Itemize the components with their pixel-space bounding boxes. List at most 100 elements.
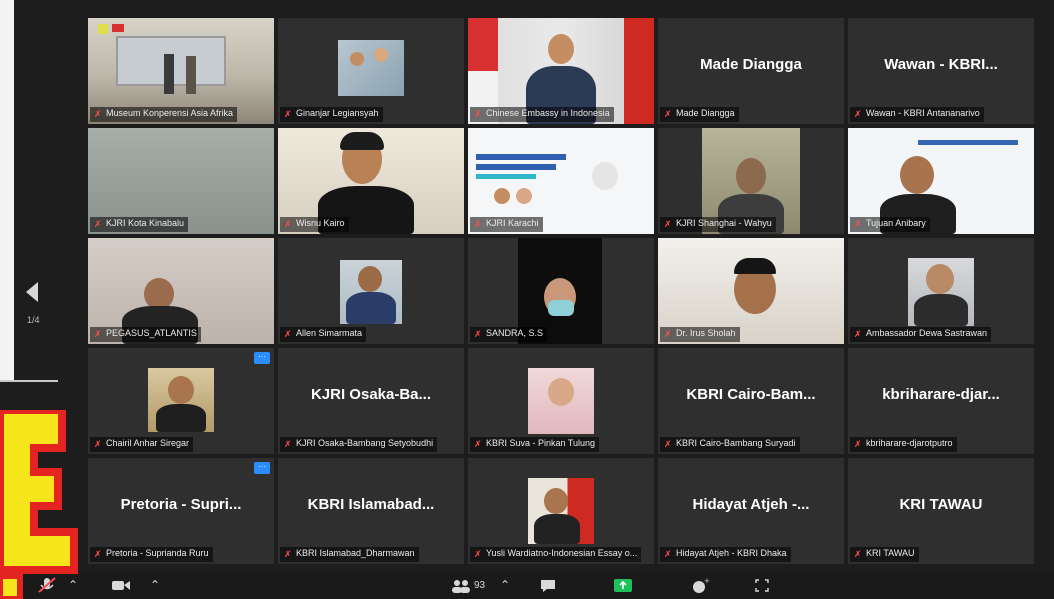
speaker-photo	[516, 188, 532, 204]
muted-mic-icon: ✗	[664, 439, 672, 449]
gallery-grid: ✗ Museum Konperensi Asia Afrika ✗ Ginanjar…	[88, 18, 1034, 564]
participant-name: Chinese Embassy in Indonesia	[486, 108, 610, 118]
display-name: kbriharare-djar...	[882, 386, 1000, 403]
muted-mic-icon: ✗	[284, 439, 292, 449]
participant-name: Tujuan Anibary	[866, 218, 926, 228]
slide-title-line	[918, 140, 1018, 145]
muted-mic-icon: ✗	[854, 219, 862, 229]
cap-hat	[734, 258, 776, 274]
speaker-photo	[592, 162, 618, 190]
muted-mic-icon: ✗	[474, 109, 482, 119]
video-tile[interactable]: ✗ Ambassador Dewa Sastrawan	[848, 238, 1034, 344]
muted-mic-icon: ✗	[284, 329, 292, 339]
video-tile[interactable]: ✗ Yusli Wardiatno-Indonesian Essay o...	[468, 458, 654, 564]
participant-name: KJRI Osaka-Bambang Setyobudhi	[296, 438, 434, 448]
video-tile[interactable]: ✗ PEGASUS_ATLANTIS	[88, 238, 274, 344]
muted-mic-icon: ✗	[474, 439, 482, 449]
suit	[346, 292, 396, 324]
video-tile[interactable]: KBRI Cairo-Bam... ✗ KBRI Cairo-Bambang Su…	[658, 348, 844, 454]
share-screen-icon[interactable]	[612, 577, 636, 594]
video-tile[interactable]: Hidayat Atjeh -... ✗ Hidayat Atjeh - KBRI…	[658, 458, 844, 564]
meeting-toolbar: ⌃ ⌃ 93 ⌃ +	[0, 572, 1054, 599]
video-tile[interactable]: ✗ Museum Konperensi Asia Afrika	[88, 18, 274, 124]
participant-name: Pretoria - Suprianda Ruru	[106, 548, 209, 558]
muted-mic-icon: ✗	[474, 329, 482, 339]
participant-name: Wawan - KBRI Antananarivo	[866, 108, 980, 118]
paper-margin	[0, 0, 14, 380]
face	[358, 266, 382, 292]
display-name: Made Diangga	[700, 56, 802, 73]
participant-name: KJRI Karachi	[486, 218, 539, 228]
participant-name: KBRI Suva - Pinkan Tulung	[486, 438, 596, 448]
video-tile[interactable]: ✗ SANDRA, S.S	[468, 238, 654, 344]
participant-name: Ginanjar Legiansyah	[296, 108, 379, 118]
video-tile[interactable]: ✗ Ginanjar Legiansyah	[278, 18, 464, 124]
participant-name: Wisnu Kairo	[296, 218, 345, 228]
slide-subtitle-line	[476, 174, 536, 179]
face	[544, 488, 568, 514]
participant-name: Yusli Wardiatno-Indonesian Essay o...	[486, 548, 638, 558]
person-standing	[164, 54, 174, 94]
video-tile[interactable]: ✗ Dr. Irus Sholah	[658, 238, 844, 344]
muted-mic-icon: ✗	[94, 439, 102, 449]
video-tile[interactable]: ✗ KJRI Shanghai - Wahyu	[658, 128, 844, 234]
video-tile[interactable]: KRI TAWAU ✗ KRI TAWAU	[848, 458, 1034, 564]
participant-name: kbriharare-djarotputro	[866, 438, 953, 448]
muted-mic-icon: ✗	[664, 329, 672, 339]
participant-name: KRI TAWAU	[866, 548, 915, 558]
chat-bubble-icon[interactable]	[538, 577, 560, 594]
face	[350, 52, 364, 66]
participant-name: SANDRA, S.S	[486, 328, 544, 338]
display-name: KBRI Cairo-Bam...	[686, 386, 816, 403]
video-options-chevron-up-icon[interactable]: ⌃	[150, 577, 160, 594]
participant-name: KJRI Kota Kinabalu	[106, 218, 185, 228]
video-tile[interactable]: ✗ Wisnu Kairo	[278, 128, 464, 234]
previous-page-arrow-icon[interactable]	[26, 282, 38, 302]
video-tile[interactable]: Wawan - KBRI... ✗ Wawan - KBRI Antananari…	[848, 18, 1034, 124]
china-flag	[624, 18, 654, 124]
more-options-icon[interactable]: ···	[254, 352, 270, 364]
video-tile[interactable]: ✗ Chinese Embassy in Indonesia	[468, 18, 654, 124]
suit	[914, 294, 968, 326]
svg-text:+: +	[704, 577, 710, 585]
muted-mic-icon: ✗	[94, 329, 102, 339]
display-name: KRI TAWAU	[899, 496, 983, 513]
video-tile[interactable]: ✗ KBRI Suva - Pinkan Tulung	[468, 348, 654, 454]
muted-mic-icon: ✗	[94, 109, 102, 119]
participant-name: Chairil Anhar Siregar	[106, 438, 190, 448]
video-tile[interactable]: Made Diangga ✗ Made Diangga	[658, 18, 844, 124]
muted-mic-icon: ✗	[664, 219, 672, 229]
reactions-icon[interactable]: +	[690, 577, 712, 594]
participant-name: KBRI Islamabad_Dharmawan	[296, 548, 415, 558]
display-name: Pretoria - Supri...	[120, 496, 242, 513]
participant-name: Hidayat Atjeh - KBRI Dhaka	[676, 548, 787, 558]
participants-chevron-up-icon[interactable]: ⌃	[500, 577, 510, 594]
display-name: KBRI Islamabad...	[307, 496, 435, 513]
muted-mic-icon: ✗	[664, 109, 672, 119]
video-tile[interactable]: ··· Pretoria - Supri... ✗ Pretoria - Supr…	[88, 458, 274, 564]
fullscreen-icon[interactable]	[752, 577, 774, 594]
participant-name: Ambassador Dewa Sastrawan	[866, 328, 988, 338]
video-tile[interactable]: ✗ KJRI Karachi	[468, 128, 654, 234]
profile-picture	[338, 40, 404, 96]
muted-mic-icon: ✗	[284, 219, 292, 229]
face	[168, 376, 194, 404]
speaker-photo	[494, 188, 510, 204]
participant-name: KBRI Cairo-Bambang Suryadi	[676, 438, 796, 448]
slide-title-line	[476, 154, 566, 160]
hair	[340, 132, 384, 150]
participant-name: Allen Simarmata	[296, 328, 363, 338]
person-standing	[186, 56, 196, 94]
video-tile[interactable]: ✗ KJRI Kota Kinabalu	[88, 128, 274, 234]
video-tile[interactable]: ✗ Tujuan Anibary	[848, 128, 1034, 234]
video-camera-icon[interactable]	[110, 577, 134, 594]
participants-count: 93	[474, 580, 486, 591]
muted-mic-icon: ✗	[474, 219, 482, 229]
video-tile[interactable]: KBRI Islamabad... ✗ KBRI Islamabad_Dharma…	[278, 458, 464, 564]
more-options-icon[interactable]: ···	[254, 462, 270, 474]
participant-name: PEGASUS_ATLANTIS	[106, 328, 197, 338]
video-tile[interactable]: kbriharare-djar... ✗ kbriharare-djarotput…	[848, 348, 1034, 454]
video-tile[interactable]: ✗ Allen Simarmata	[278, 238, 464, 344]
video-tile[interactable]: KJRI Osaka-Ba... ✗ KJRI Osaka-Bambang Set…	[278, 348, 464, 454]
video-tile[interactable]: ··· ✗ Chairil Anhar Siregar	[88, 348, 274, 454]
